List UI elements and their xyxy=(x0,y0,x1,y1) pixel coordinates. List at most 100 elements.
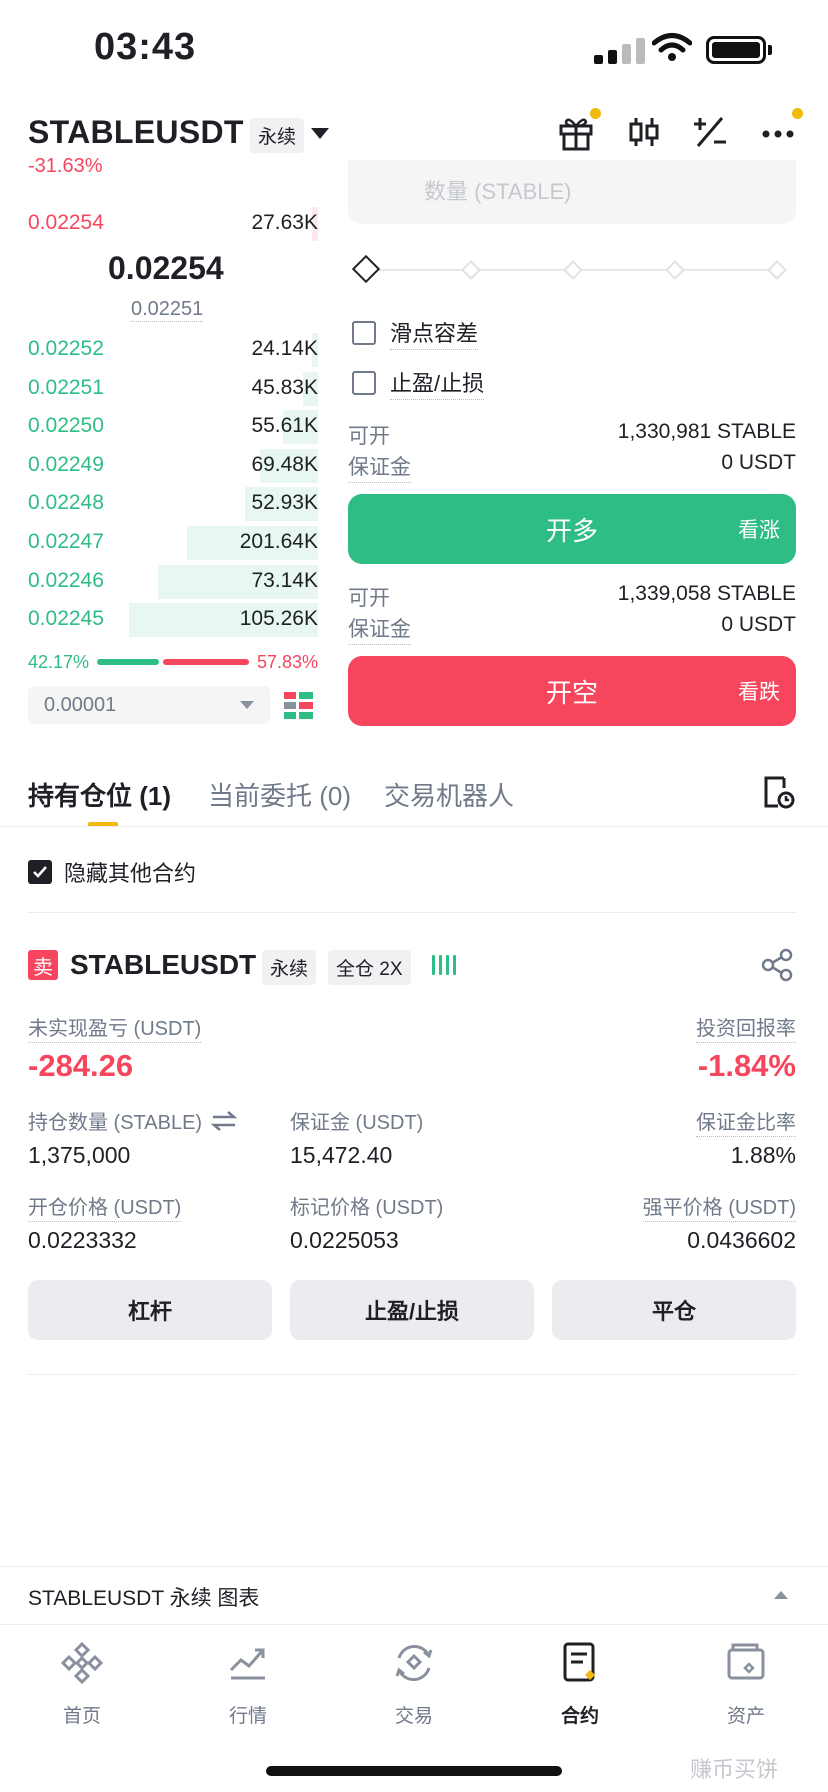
ask-qty: 27.63K xyxy=(251,211,318,234)
bid-row[interactable]: 0.02245 105.26K xyxy=(28,600,318,638)
bid-price: 0.02251 xyxy=(28,376,104,399)
watermark-text: 赚币买饼 xyxy=(690,1757,779,1782)
divider xyxy=(0,1566,828,1567)
liq-price-value: 0.0436602 xyxy=(687,1227,796,1253)
bid-row[interactable]: 0.02249 69.48K xyxy=(28,446,318,484)
buy-sell-ratio: 42.17% 57.83% xyxy=(28,650,318,674)
close-position-button[interactable]: 平仓 xyxy=(552,1280,796,1340)
mark-price-value: 0.0225053 xyxy=(290,1227,399,1253)
nav-label: 交易 xyxy=(394,1706,433,1727)
roi-value: -1.84% xyxy=(697,1048,796,1083)
bid-price: 0.02250 xyxy=(28,414,104,437)
slider-node[interactable] xyxy=(665,260,685,280)
margin-label: 保证金 xyxy=(348,451,411,483)
battery-tip xyxy=(768,45,772,55)
nav-trade[interactable]: 交易 xyxy=(364,1640,464,1728)
ask-price: 0.02254 xyxy=(28,211,104,234)
pnl-label: 未实现盈亏 (USDT) xyxy=(28,1012,202,1043)
bid-row[interactable]: 0.02248 52.93K xyxy=(28,484,318,522)
futures-icon xyxy=(563,1642,595,1682)
signal-icon xyxy=(594,38,645,64)
margin-value: 15,472.40 xyxy=(290,1142,393,1168)
bid-price: 0.02245 xyxy=(28,607,104,630)
swap-icon[interactable] xyxy=(210,1110,238,1132)
tab-positions[interactable]: 持有仓位 (1) xyxy=(28,776,171,813)
tpsl-checkbox[interactable]: 止盈/止损 xyxy=(352,368,485,400)
bid-qty: 73.14K xyxy=(251,569,318,592)
slider-node[interactable] xyxy=(461,260,481,280)
nav-label: 首页 xyxy=(62,1706,101,1727)
perp-tag: 永续 xyxy=(250,118,305,153)
bid-row[interactable]: 0.02250 55.61K xyxy=(28,407,318,445)
hide-other-label: 隐藏其他合约 xyxy=(64,861,197,886)
quantity-input[interactable]: 数量 (STABLE) xyxy=(348,160,796,224)
slippage-label: 滑点容差 xyxy=(390,316,479,350)
margin-ratio-label: 保证金比率 xyxy=(696,1106,796,1137)
long-available-row: 可开 1,330,981 STABLE xyxy=(348,420,796,450)
size-value: 1,375,000 xyxy=(28,1142,131,1168)
slider-node[interactable] xyxy=(563,260,583,280)
checkbox-icon[interactable] xyxy=(352,321,376,345)
checkbox-icon[interactable] xyxy=(352,371,376,395)
leverage-button[interactable]: 杠杆 xyxy=(28,1280,272,1340)
chevron-down-icon[interactable] xyxy=(311,128,329,139)
open-short-button[interactable]: 开空 看跌 xyxy=(348,656,796,726)
bid-row[interactable]: 0.02251 45.83K xyxy=(28,369,318,407)
chart-toggle-bar[interactable]: STABLEUSDT 永续 图表 xyxy=(28,1582,259,1612)
orderbook-layout-icon[interactable] xyxy=(284,690,314,720)
position-symbol[interactable]: STABLEUSDT xyxy=(70,949,256,981)
slider-node[interactable] xyxy=(767,260,787,280)
order-history-icon[interactable] xyxy=(760,774,796,810)
bid-row[interactable]: 0.02246 73.14K xyxy=(28,562,318,600)
nav-home[interactable]: 首页 xyxy=(32,1640,132,1728)
nav-label: 资产 xyxy=(726,1706,765,1727)
buy-ratio: 42.17% xyxy=(28,651,90,672)
divider xyxy=(0,826,828,827)
margin-value: 0 USDT xyxy=(721,451,796,474)
plus-minus-icon[interactable] xyxy=(690,112,730,152)
slider-handle[interactable] xyxy=(351,254,381,284)
pair-title[interactable]: STABLEUSDT xyxy=(28,114,244,151)
bid-qty: 55.61K xyxy=(251,414,318,437)
price-change: -31.63% xyxy=(28,155,103,177)
divider xyxy=(0,1624,828,1625)
open-long-button[interactable]: 开多 看涨 xyxy=(348,494,796,564)
entry-price-label: 开仓价格 (USDT) xyxy=(28,1191,182,1222)
liq-price-label: 强平价格 (USDT) xyxy=(642,1191,796,1222)
bid-qty: 24.14K xyxy=(251,337,318,360)
bullish-label: 看涨 xyxy=(738,519,780,542)
tab-open-orders[interactable]: 当前委托 (0) xyxy=(208,776,351,813)
tpsl-button[interactable]: 止盈/止损 xyxy=(290,1280,534,1340)
candlestick-icon[interactable] xyxy=(624,112,664,152)
slippage-checkbox[interactable]: 滑点容差 xyxy=(352,316,479,350)
nav-futures[interactable]: 合约 xyxy=(530,1640,630,1728)
checkbox-checked-icon[interactable] xyxy=(28,860,52,884)
bid-row[interactable]: 0.02252 24.14K xyxy=(28,330,318,368)
roi-label: 投资回报率 xyxy=(696,1012,796,1043)
share-icon[interactable] xyxy=(760,948,794,982)
ask-row[interactable]: 0.02254 27.63K xyxy=(28,204,318,242)
tab-trading-bots[interactable]: 交易机器人 xyxy=(384,776,514,813)
home-indicator[interactable] xyxy=(266,1766,562,1776)
tick-size-select[interactable]: 0.00001 xyxy=(28,686,270,724)
margin-mode-tag[interactable]: 全仓 2X xyxy=(328,950,411,985)
hide-other-contracts[interactable]: 隐藏其他合约 xyxy=(28,856,196,888)
bid-qty: 45.83K xyxy=(251,376,318,399)
more-icon[interactable] xyxy=(758,112,798,152)
bid-price: 0.02252 xyxy=(28,337,104,360)
nav-label: 合约 xyxy=(560,1706,599,1727)
bid-price: 0.02247 xyxy=(28,530,104,553)
nav-wallet[interactable]: 资产 xyxy=(696,1640,796,1728)
bid-price: 0.02249 xyxy=(28,453,104,476)
open-long-label: 开多 xyxy=(545,515,598,546)
markets-icon xyxy=(229,1648,265,1680)
battery-icon xyxy=(706,36,766,64)
open-short-label: 开空 xyxy=(545,677,598,708)
short-available-row: 可开 1,339,058 STABLE xyxy=(348,582,796,612)
bid-row[interactable]: 0.02247 201.64K xyxy=(28,523,318,561)
chevron-up-icon[interactable] xyxy=(774,1591,788,1599)
tick-size-value: 0.00001 xyxy=(44,694,117,716)
gift-icon[interactable] xyxy=(556,112,596,152)
nav-markets[interactable]: 行情 xyxy=(198,1640,298,1728)
pnl-value: -284.26 xyxy=(28,1048,134,1083)
